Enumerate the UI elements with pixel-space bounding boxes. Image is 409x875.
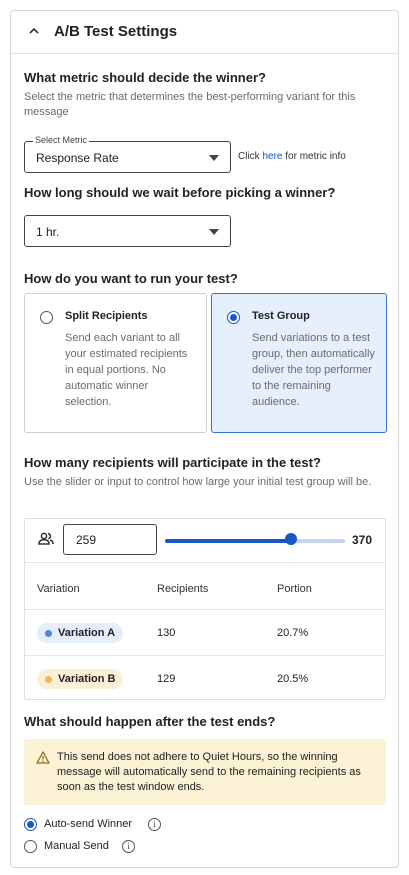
recipients-max-label: 370 (352, 533, 373, 547)
metric-info-hint: Click here for metric info (238, 151, 346, 162)
option-split-recipients[interactable]: Split Recipients Send each variant to al… (24, 293, 207, 433)
variation-b-dot (45, 675, 52, 683)
metric-select-value: Response Rate (36, 151, 119, 165)
column-header-portion: Portion (277, 583, 312, 595)
recipients-description: Use the slider or input to control how l… (24, 476, 372, 488)
metric-description: Select the metric that determines the be… (24, 91, 356, 118)
recipients-slider-thumb[interactable] (285, 533, 297, 545)
warning-icon (36, 751, 50, 764)
wait-question: How long should we wait before picking a… (24, 185, 336, 200)
variation-a-dot (45, 629, 52, 637)
recipients-slider-fill (165, 539, 291, 543)
people-icon (38, 532, 54, 545)
metric-info-link[interactable]: here (262, 151, 282, 162)
warning-text: This send does not adhere to Quiet Hours… (57, 751, 361, 793)
variation-a-label: Variation A (58, 627, 116, 639)
column-header-variation: Variation (37, 583, 80, 595)
variation-a-portion: 20.7% (277, 627, 309, 639)
run-question: How do you want to run your test? (24, 271, 238, 286)
ab-test-settings-panel: A/B Test Settings What metric should dec… (10, 10, 399, 868)
quiet-hours-warning: This send does not adhere to Quiet Hours… (24, 739, 386, 805)
variation-b-label: Variation B (58, 673, 116, 685)
chevron-up-icon[interactable] (28, 25, 40, 37)
divider (25, 562, 385, 563)
variation-a-badge: Variation A (37, 623, 124, 643)
test-group-radio[interactable] (227, 311, 240, 324)
auto-send-winner-label[interactable]: Auto-send Winner (44, 818, 132, 830)
metric-select[interactable]: Select Metric Response Rate (24, 135, 231, 173)
test-group-description: Send variations to a test group, then au… (252, 332, 375, 408)
metric-hint-prefix: Click (238, 151, 263, 162)
test-group-title: Test Group (252, 310, 310, 322)
divider (25, 655, 385, 656)
auto-send-winner-radio[interactable] (24, 818, 37, 831)
manual-send-radio[interactable] (24, 840, 37, 853)
split-recipients-description: Send each variant to all your estimated … (65, 332, 188, 408)
panel-header[interactable]: A/B Test Settings (11, 11, 398, 54)
metric-hint-suffix: for metric info (282, 151, 346, 162)
recipients-control-box: 370 Variation Recipients Portion Variati… (24, 518, 386, 700)
after-question: What should happen after the test ends? (24, 714, 276, 729)
split-recipients-radio[interactable] (40, 311, 53, 324)
variation-a-recipients: 130 (157, 627, 176, 639)
caret-down-icon (209, 229, 219, 235)
recipients-count-input[interactable] (63, 524, 157, 555)
divider (25, 609, 385, 610)
option-test-group[interactable]: Test Group Send variations to a test gro… (211, 293, 387, 433)
caret-down-icon (209, 155, 219, 161)
recipients-count-field[interactable] (64, 525, 156, 554)
panel-title: A/B Test Settings (54, 23, 178, 40)
auto-send-info-icon[interactable]: i (148, 818, 161, 831)
column-header-recipients: Recipients (157, 583, 209, 595)
split-recipients-title: Split Recipients (65, 310, 148, 322)
metric-question: What metric should decide the winner? (24, 70, 266, 85)
manual-send-label[interactable]: Manual Send (44, 840, 109, 852)
wait-select-value: 1 hr. (36, 225, 60, 239)
recipients-question: How many recipients will participate in … (24, 455, 321, 470)
recipients-slider-track[interactable] (165, 539, 345, 543)
variation-b-recipients: 129 (157, 673, 176, 685)
variation-b-portion: 20.5% (277, 673, 309, 685)
wait-select[interactable]: 1 hr. (24, 215, 231, 247)
metric-select-legend: Select Metric (33, 135, 90, 145)
manual-send-info-icon[interactable]: i (122, 840, 135, 853)
variation-b-badge: Variation B (37, 669, 124, 689)
